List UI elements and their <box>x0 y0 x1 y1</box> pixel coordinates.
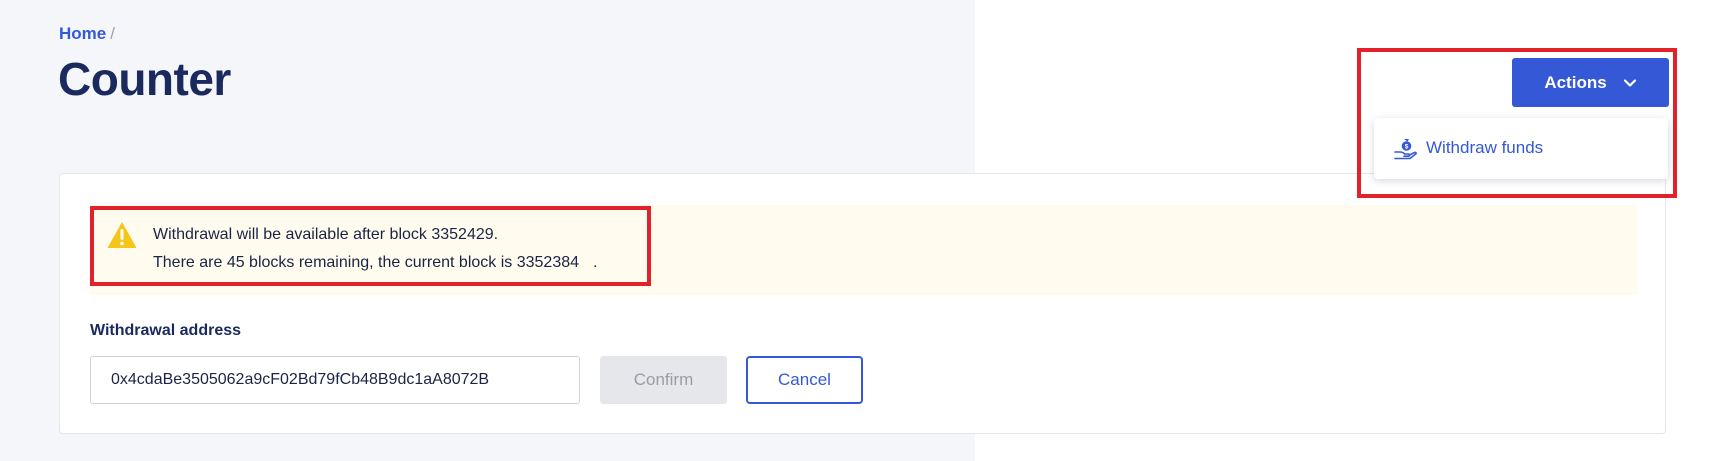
chevron-down-icon <box>1623 78 1636 87</box>
breadcrumb: Home / <box>59 24 115 44</box>
page-title: Counter <box>58 53 231 105</box>
breadcrumb-home-link[interactable]: Home <box>59 24 106 43</box>
svg-text:$: $ <box>1405 143 1409 150</box>
current-block-number: 3352384 <box>516 254 580 271</box>
withdrawal-address-label: Withdrawal address <box>90 322 242 339</box>
alert-message-line1: Withdrawal will be available after block… <box>153 226 499 243</box>
money-bag-hand-icon: $ <box>1394 139 1417 160</box>
breadcrumb-separator: / <box>110 24 115 43</box>
confirm-button[interactable]: Confirm <box>600 356 727 404</box>
alert-message-line2: There are 45 blocks remaining, the curre… <box>153 254 597 272</box>
withdrawal-address-input[interactable] <box>90 356 580 404</box>
background-wedge <box>560 433 640 461</box>
withdrawal-card: Withdrawal will be available after block… <box>59 173 1666 434</box>
page: Home / Counter Withdrawal will be availab… <box>0 0 1713 461</box>
actions-button[interactable]: Actions <box>1512 58 1669 107</box>
actions-dropdown-menu: $ Withdraw funds <box>1374 118 1668 179</box>
warning-icon <box>107 222 137 248</box>
alert-highlight-box <box>90 206 651 286</box>
warning-alert: Withdrawal will be available after block… <box>90 205 1637 295</box>
cancel-button[interactable]: Cancel <box>746 356 863 404</box>
menu-item-withdraw-funds[interactable]: $ Withdraw funds <box>1394 135 1543 161</box>
alert-remaining-text: There are 45 blocks remaining, the curre… <box>153 254 513 271</box>
alert-period: . <box>593 254 598 271</box>
actions-button-label: Actions <box>1544 72 1607 92</box>
menu-item-label: Withdraw funds <box>1426 138 1544 157</box>
